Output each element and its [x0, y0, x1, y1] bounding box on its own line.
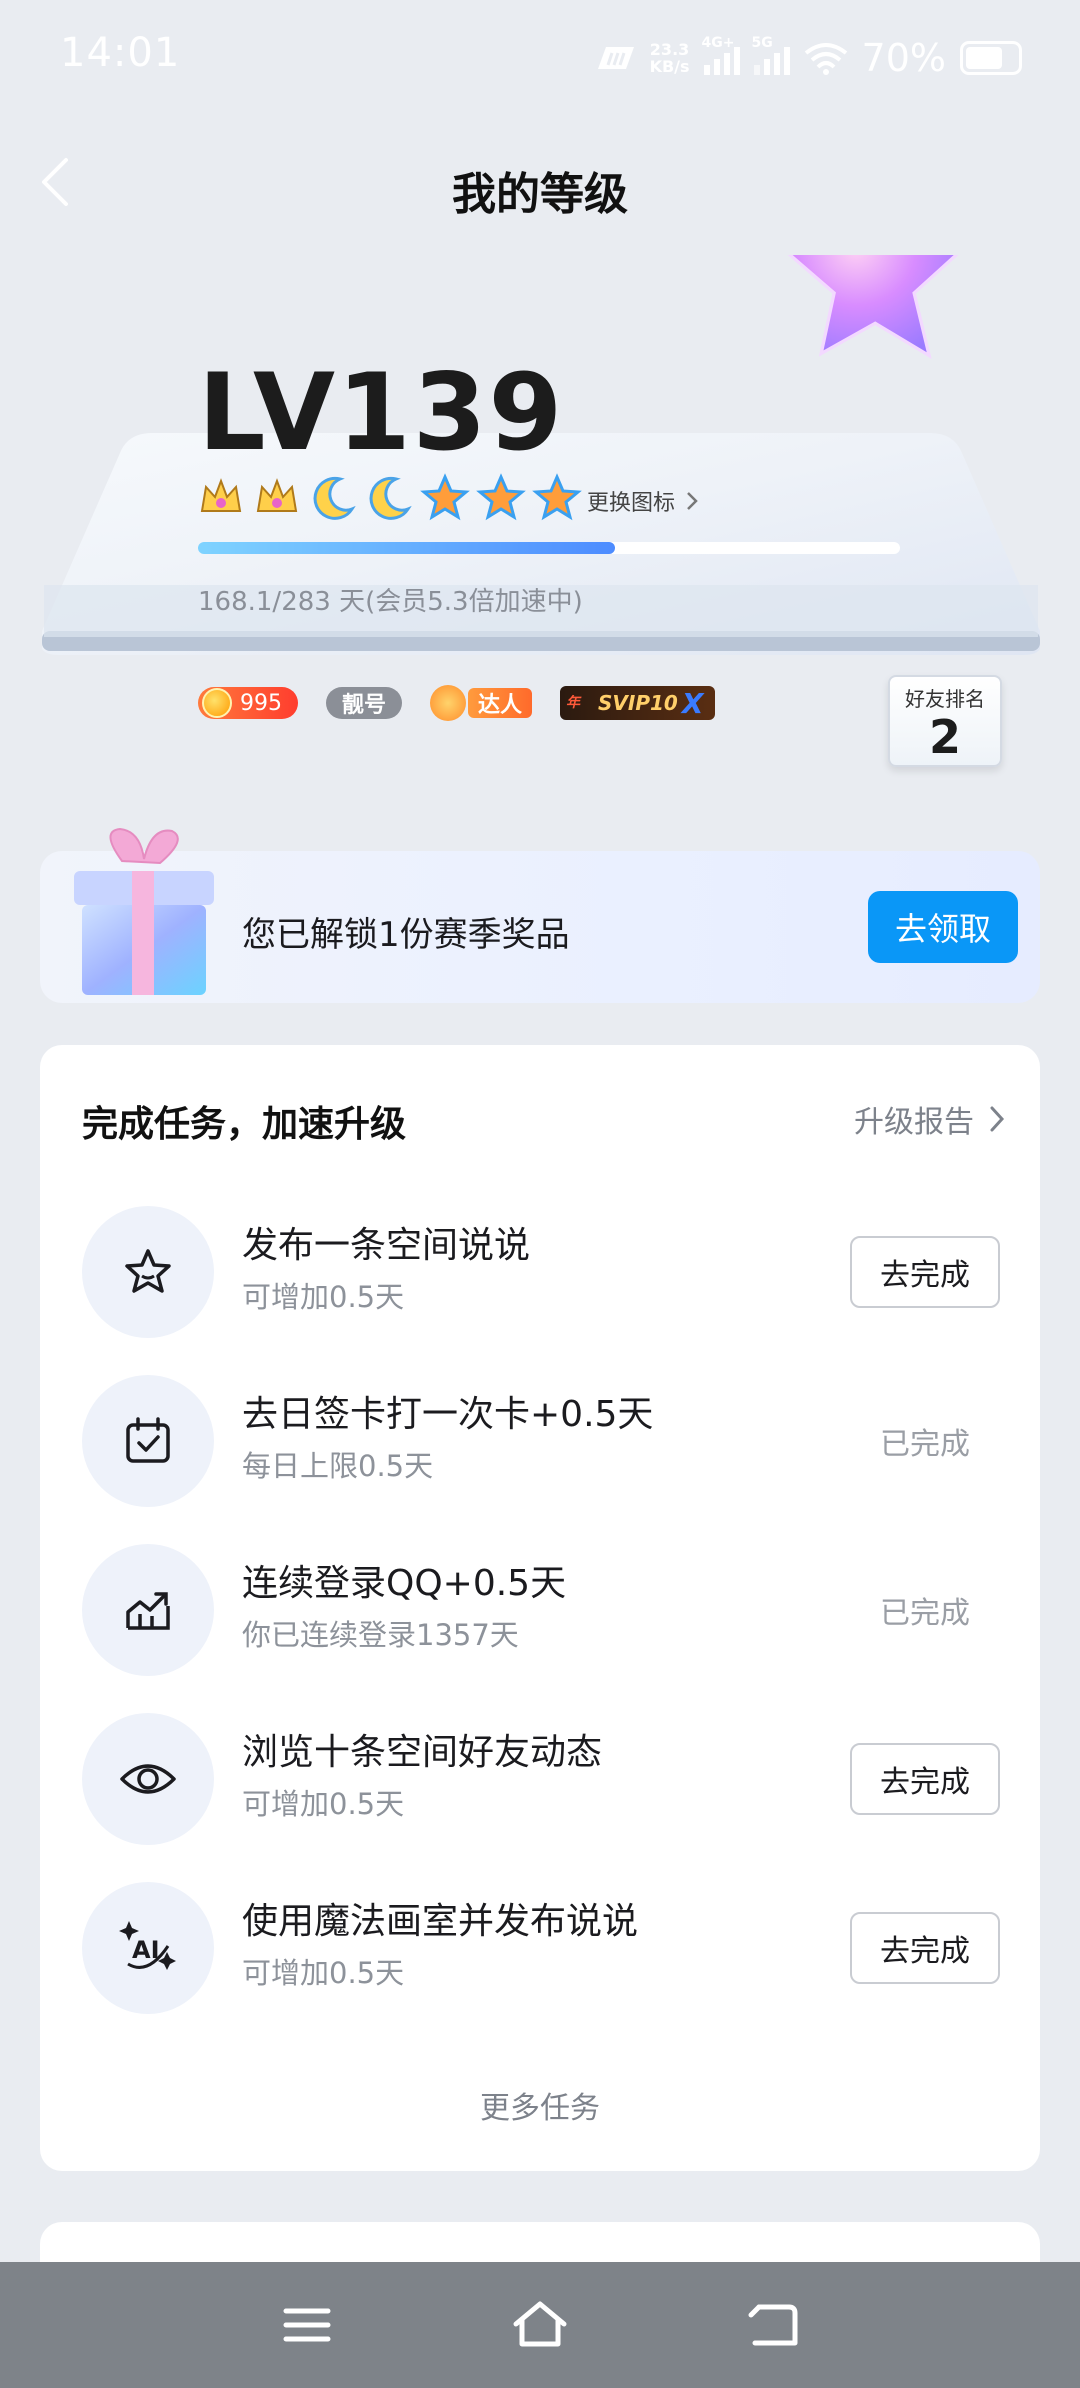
menu-button[interactable] — [267, 2285, 347, 2365]
task-go-button[interactable]: 去完成 — [850, 1912, 1000, 1984]
svip-label: SVIP10 — [598, 691, 678, 715]
level-progress-bar — [198, 542, 900, 554]
status-icons: 23.3 KB/s 4G+ 5G 70% — [596, 32, 1022, 84]
moon-icon — [313, 476, 356, 520]
battery-text: 70% — [861, 36, 946, 80]
home-button[interactable] — [500, 2285, 580, 2365]
upgrade-report-link[interactable]: 升级报告 — [854, 1097, 1006, 1141]
battery-icon — [960, 41, 1022, 75]
level-progress-text: 168.1/283 天(会员5.3倍加速中) — [198, 587, 583, 617]
status-bar: 14:01 23.3 KB/s 4G+ 5G 70% — [0, 0, 1080, 116]
chart-up-icon — [126, 1592, 170, 1630]
task-row: 去日签卡打一次卡+0.5天 每日上限0.5天 已完成 — [40, 1375, 1040, 1544]
star-icon — [532, 473, 582, 521]
coin-value: 995 — [240, 690, 282, 716]
task-name: 连续登录QQ+0.5天 — [242, 1563, 567, 1604]
reward-text: 您已解锁1份赛季奖品 — [242, 915, 570, 955]
svip-year: 年 — [566, 695, 581, 711]
task-icon-wrap: AI — [82, 1882, 214, 2014]
daren-icon — [430, 685, 467, 721]
net-speed-unit: KB/s — [649, 57, 690, 76]
coin-icon — [202, 688, 232, 718]
task-icon-wrap — [82, 1713, 214, 1845]
task-name: 发布一条空间说说 — [242, 1225, 531, 1266]
star-outline-icon — [125, 1249, 171, 1293]
season-reward-banner: 您已解锁1份赛季奖品 去领取 — [40, 827, 1040, 1003]
coin-badge[interactable]: 995 — [198, 687, 298, 719]
task-row: AI 使用魔法画室并发布说说 可增加0.5天 去完成 — [40, 1882, 1040, 2051]
status-time: 14:01 — [60, 30, 181, 76]
task-name: 去日签卡打一次卡+0.5天 — [242, 1394, 654, 1435]
svip-badge[interactable]: 年 SVIP10 — [560, 686, 716, 720]
net-speed: 23.3 KB/s — [650, 41, 690, 75]
home-icon — [513, 2301, 567, 2347]
calendar-check-icon — [126, 1417, 170, 1463]
change-icon-link[interactable]: 更换图标 — [587, 485, 699, 517]
task-done-label: 已完成 — [880, 1596, 970, 1631]
chevron-right-icon — [990, 1106, 1005, 1132]
level-icon-row[interactable] — [196, 473, 582, 523]
claim-reward-button[interactable]: 去领取 — [868, 891, 1018, 963]
crown-icon — [200, 478, 242, 512]
system-nav-bar — [0, 2262, 1080, 2388]
star-icon — [420, 473, 470, 521]
task-name: 使用魔法画室并发布说说 — [242, 1901, 639, 1942]
gift-box-icon — [74, 827, 214, 995]
friend-rank-label: 好友排名 — [905, 687, 985, 711]
task-done-label: 已完成 — [880, 1427, 970, 1462]
friend-rank-box[interactable]: 好友排名 2 — [888, 675, 1002, 767]
net2-label: 5G — [751, 35, 773, 51]
daren-label: 达人 — [468, 688, 533, 718]
tasks-card: 完成任务，加速升级 升级报告 发布一条空间说说 可增加0.5天 去完成 去日签卡… — [40, 1045, 1040, 2171]
upgrade-report-label: 升级报告 — [854, 1105, 974, 1140]
net-speed-value: 23.3 — [649, 40, 690, 59]
task-subtitle: 可增加0.5天 — [242, 1956, 405, 1990]
tasks-title: 完成任务，加速升级 — [82, 1104, 407, 1145]
task-subtitle: 你已连续登录1357天 — [242, 1618, 519, 1652]
task-subtitle: 可增加0.5天 — [242, 1280, 405, 1314]
signal-4g-icon: 4G+ — [702, 35, 740, 75]
task-row: 浏览十条空间好友动态 可增加0.5天 去完成 — [40, 1713, 1040, 1882]
task-go-button[interactable]: 去完成 — [850, 1236, 1000, 1308]
eye-icon — [120, 1764, 176, 1794]
menu-icon — [283, 2308, 331, 2342]
level-progress-fill — [198, 542, 615, 554]
wifi-icon — [804, 43, 847, 75]
level-value: LV139 — [198, 351, 565, 474]
page-title: 我的等级 — [452, 169, 628, 220]
task-icon-wrap — [82, 1375, 214, 1507]
star-icon — [476, 473, 526, 521]
task-row: 连续登录QQ+0.5天 你已连续登录1357天 已完成 — [40, 1544, 1040, 1713]
signal-5g-icon: 5G — [752, 35, 790, 75]
task-subtitle: 每日上限0.5天 — [242, 1449, 434, 1483]
moon-icon — [369, 476, 412, 520]
task-row: 发布一条空间说说 可增加0.5天 去完成 — [40, 1206, 1040, 1375]
daren-badge[interactable]: 达人 — [430, 685, 533, 721]
task-icon-wrap — [82, 1544, 214, 1676]
level-card: LV139 更换图标 168.1/283 天(会员5.3倍加速中) 995 靓号… — [42, 255, 1040, 775]
friend-rank-value: 2 — [928, 710, 961, 764]
task-subtitle: 可增加0.5天 — [242, 1787, 405, 1821]
task-go-button[interactable]: 去完成 — [850, 1743, 1000, 1815]
pretty-number-badge[interactable]: 靓号 — [326, 687, 403, 719]
change-icon-label: 更换图标 — [587, 491, 676, 516]
ai-sparkle-icon: AI — [119, 1921, 176, 1970]
more-tasks-link[interactable]: 更多任务 — [40, 2083, 1040, 2127]
net1-label: 4G+ — [701, 35, 735, 51]
back-arrow-icon — [748, 2304, 798, 2346]
back-nav-button[interactable] — [733, 2285, 813, 2365]
hd-icon — [597, 47, 634, 69]
task-icon-wrap — [82, 1206, 214, 1338]
badge-row: 995 靓号 达人 年 SVIP10 — [198, 685, 716, 721]
chevron-right-icon — [687, 492, 698, 510]
crown-icon — [256, 478, 298, 512]
task-name: 浏览十条空间好友动态 — [242, 1732, 603, 1773]
